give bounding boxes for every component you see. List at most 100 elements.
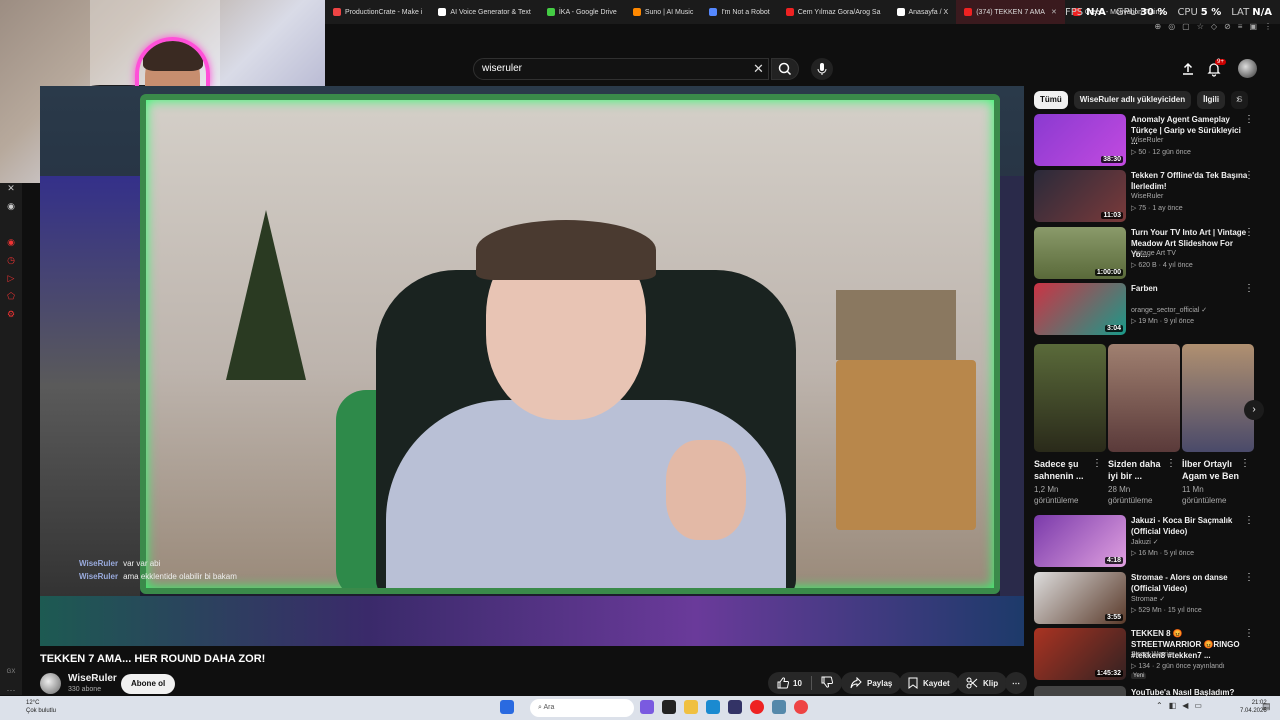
video-title[interactable]: YouTube'a Nasıl Başladım? xyxy=(1131,687,1249,696)
more-icon[interactable]: ⋯ xyxy=(6,685,16,695)
subscribe-button[interactable]: Abone ol xyxy=(121,674,176,694)
channel-name[interactable]: Jakuzi ✓ xyxy=(1131,538,1159,546)
more-vertical-icon[interactable]: ⋮ xyxy=(1244,515,1254,526)
extension-icon[interactable]: ≡ xyxy=(1238,22,1243,31)
short-title[interactable]: Sizden daha iyi bir ... xyxy=(1108,458,1170,482)
video-title[interactable]: Tekken 7 Offline'da Tek Başına İlerledim… xyxy=(1131,170,1249,192)
recommended-video[interactable]: 11:03 Tekken 7 Offline'da Tek Başına İle… xyxy=(1034,170,1274,222)
notification-icon[interactable]: ▤ xyxy=(1262,701,1271,712)
recommended-video[interactable]: 1:45:32 TEKKEN 8 😡STREETWARRIOR 😡RINGO #… xyxy=(1034,628,1274,680)
more-vertical-icon[interactable]: ⋮ xyxy=(1244,114,1254,125)
start-icon[interactable] xyxy=(500,700,514,714)
channel-avatar[interactable] xyxy=(40,673,61,694)
search-input[interactable]: wiseruler xyxy=(473,58,769,80)
app-icon[interactable] xyxy=(772,700,786,714)
share-button[interactable]: Paylaş xyxy=(841,672,902,694)
browser-tab-active[interactable]: (374) TEKKEN 7 AMA ✕ xyxy=(956,0,1065,24)
channel-name[interactable]: Vintage Art TV xyxy=(1131,250,1176,257)
store-icon[interactable] xyxy=(728,700,742,714)
account-avatar[interactable] xyxy=(1238,59,1257,78)
chip-related[interactable]: İlgili xyxy=(1197,91,1226,109)
browser-tab[interactable]: ProductionCrate - Make i xyxy=(325,0,430,24)
discord-icon[interactable]: ◉ xyxy=(6,201,16,211)
search-button[interactable] xyxy=(771,58,799,80)
short-title[interactable]: İlber Ortaylı Agam ve Ben xyxy=(1182,458,1244,482)
more-vertical-icon[interactable]: ⋮ xyxy=(1244,170,1254,181)
recommended-video[interactable]: 38:30 Anomaly Agent Gameplay Türkçe | Ga… xyxy=(1034,114,1274,166)
recommended-video[interactable]: YouTube'a Nasıl Başladım? xyxy=(1034,686,1274,696)
recommended-video[interactable]: 3:04 Farben orange_sector_official ✓ ▷ 1… xyxy=(1034,283,1274,335)
browser-tab[interactable]: İKA - Google Drive xyxy=(539,0,625,24)
file-explorer-icon[interactable] xyxy=(684,700,698,714)
recommended-video[interactable]: 3:55 Stromae - Alors on danse (Official … xyxy=(1034,572,1274,624)
more-vertical-icon[interactable]: ⋮ xyxy=(1244,572,1254,583)
clear-search-icon[interactable]: ✕ xyxy=(753,61,764,77)
star-icon[interactable]: ☆ xyxy=(1197,22,1204,31)
more-vertical-icon[interactable]: ⋮ xyxy=(1244,283,1254,294)
chip-from-uploader[interactable]: WiseRuler adlı yükleyiciden xyxy=(1073,91,1192,109)
more-vertical-icon[interactable]: ⋮ xyxy=(1166,458,1176,469)
create-button[interactable] xyxy=(1181,62,1195,81)
video-thumbnail[interactable] xyxy=(1034,686,1126,696)
extension-icon[interactable]: ◇ xyxy=(1211,22,1217,31)
save-button[interactable]: Kaydet xyxy=(899,672,959,694)
more-vertical-icon[interactable]: ⋮ xyxy=(1240,458,1250,469)
dislike-button[interactable] xyxy=(821,676,833,690)
chevron-up-icon[interactable]: ⌃ xyxy=(1156,701,1163,710)
network-icon[interactable]: ◧ xyxy=(1169,701,1177,710)
channel-name[interactable]: WiseRuler xyxy=(68,673,117,684)
extension-icon[interactable]: ◎ xyxy=(1168,22,1175,31)
weather-widget[interactable]: 12°C Çok bulutlu xyxy=(26,699,56,715)
extension-icon[interactable]: ⬠ xyxy=(6,291,16,301)
chrome-icon[interactable] xyxy=(794,700,808,714)
clip-button[interactable]: Klip xyxy=(957,672,1008,694)
short-title[interactable]: Sadece şu sahnenin ... xyxy=(1034,458,1096,482)
video-thumbnail[interactable]: 11:03 xyxy=(1034,170,1126,222)
voice-search-button[interactable] xyxy=(811,58,833,80)
profile-icon[interactable]: ▣ xyxy=(1249,22,1257,31)
more-vertical-icon[interactable]: ⋮ xyxy=(1244,628,1254,639)
chip-more[interactable]: S xyxy=(1231,91,1249,109)
video-thumbnail[interactable]: 3:04 xyxy=(1034,283,1126,335)
channel-name[interactable]: orange_sector_official ✓ xyxy=(1131,306,1207,314)
chevron-right-icon[interactable]: › xyxy=(1244,400,1264,420)
play-icon[interactable]: ▷ xyxy=(6,273,16,283)
short-thumbnail[interactable] xyxy=(1182,344,1254,452)
task-view-icon[interactable] xyxy=(662,700,676,714)
close-icon[interactable]: ✕ xyxy=(1051,8,1057,16)
short-thumbnail[interactable] xyxy=(1108,344,1180,452)
chip-all[interactable]: Tümü xyxy=(1034,91,1068,109)
opera-gx-icon[interactable] xyxy=(750,700,764,714)
recommended-video[interactable]: 1:00:00 Turn Your TV Into Art | Vintage … xyxy=(1034,227,1274,279)
channel-name[interactable]: WiseRuler xyxy=(1131,137,1163,144)
recommended-video[interactable]: 4:18 Jakuzi - Koca Bir Saçmalık (Officia… xyxy=(1034,515,1274,567)
more-vertical-icon[interactable]: ⋮ xyxy=(1244,227,1254,238)
menu-icon[interactable]: ⋮ xyxy=(1264,22,1272,31)
channel-name[interactable]: WiseRuler xyxy=(1131,193,1163,200)
browser-tab[interactable]: I'm Not a Robot xyxy=(701,0,777,24)
browser-tab[interactable]: Cem Yılmaz Gora/Arog Sa xyxy=(778,0,889,24)
taskbar-search[interactable]: ⌕ Ara xyxy=(530,699,634,717)
video-thumbnail[interactable]: 38:30 xyxy=(1034,114,1126,166)
x-icon[interactable]: ✕ xyxy=(6,183,16,193)
record-icon[interactable]: ◉ xyxy=(6,237,16,247)
short-thumbnail[interactable] xyxy=(1034,344,1106,452)
battery-icon[interactable]: ▭ xyxy=(1194,701,1202,710)
video-title[interactable]: Jakuzi - Koca Bir Saçmalık (Official Vid… xyxy=(1131,515,1249,537)
video-thumbnail[interactable]: 3:55 xyxy=(1034,572,1126,624)
chevron-right-icon[interactable]: › xyxy=(1236,94,1239,105)
video-title[interactable]: Stromae - Alors on danse (Official Video… xyxy=(1131,572,1249,594)
video-title[interactable]: Farben xyxy=(1131,283,1249,294)
zoom-icon[interactable]: ⊕ xyxy=(1154,22,1161,31)
browser-tab[interactable]: Suno | AI Music xyxy=(625,0,702,24)
video-thumbnail[interactable]: 1:00:00 xyxy=(1034,227,1126,279)
more-actions-button[interactable]: ⋯ xyxy=(1005,672,1027,694)
settings-icon[interactable]: ⚙ xyxy=(6,309,16,319)
channel-name[interactable]: Street Warrior xyxy=(1131,651,1174,658)
extension-icon[interactable]: ▢ xyxy=(1182,22,1190,31)
more-vertical-icon[interactable]: ⋮ xyxy=(1092,458,1102,469)
browser-tab[interactable]: Anasayfa / X xyxy=(889,0,957,24)
history-icon[interactable]: ◷ xyxy=(6,255,16,265)
volume-icon[interactable]: ◀ xyxy=(1182,701,1188,710)
extension-icon[interactable]: ⊘ xyxy=(1224,22,1231,31)
